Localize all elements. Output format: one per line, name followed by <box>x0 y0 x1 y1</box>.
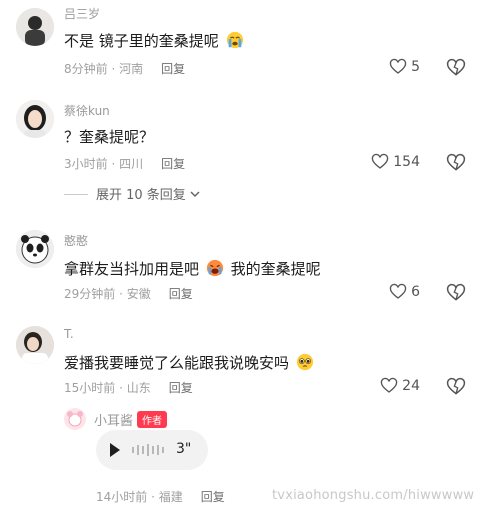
voice-message-button[interactable]: 3" <box>96 430 208 470</box>
like-count: 154 <box>393 154 420 170</box>
expand-line <box>64 194 88 195</box>
heart-icon <box>389 283 407 299</box>
comment-text: 爱播我要睡觉了么能跟我说晚安吗 <box>64 352 316 373</box>
time: 3小时前 <box>64 157 108 171</box>
separator: · <box>107 157 120 171</box>
avatar[interactable] <box>16 100 54 138</box>
dislike-icon[interactable] <box>446 58 466 78</box>
comment-meta: 29分钟前 · 安徽 回复 <box>64 285 193 302</box>
expand-replies-button[interactable]: 展开 10 条回复 <box>64 184 200 203</box>
heart-icon <box>372 153 389 169</box>
username[interactable]: 蔡徐kun <box>64 102 110 119</box>
voice-duration: 3" <box>176 441 192 457</box>
time: 8分钟前 <box>64 62 108 76</box>
dislike-icon[interactable] <box>446 283 466 303</box>
time: 15小时前 <box>64 381 116 395</box>
comment-meta: 8分钟前 · 河南 回复 <box>64 60 185 77</box>
avatar[interactable] <box>16 230 54 268</box>
separator: · <box>115 381 127 395</box>
comment-text-part2: 我的奎桑提呢 <box>230 260 321 278</box>
separator: · <box>147 490 159 504</box>
username[interactable]: 吕三岁 <box>64 5 100 22</box>
heart-icon <box>389 58 407 74</box>
time: 14小时前 <box>96 490 148 504</box>
separator: · <box>107 62 120 76</box>
comment-text: ？奎桑提呢？ <box>64 128 155 146</box>
location: 四川 <box>119 157 144 171</box>
author-badge: 作者 <box>137 411 168 428</box>
like-button[interactable]: 154 <box>371 153 420 171</box>
like-button[interactable]: 5 <box>389 58 420 76</box>
reply-button[interactable]: 回复 <box>169 381 193 395</box>
watermark: tvxiaohongshu.com/hiwwwww <box>272 488 475 503</box>
username[interactable]: T. <box>64 327 74 341</box>
expand-label: 展开 10 条回复 <box>96 188 186 203</box>
like-button[interactable]: 24 <box>380 377 420 395</box>
comment-meta: 15小时前 · 山东 回复 <box>64 379 193 396</box>
dislike-icon[interactable] <box>446 377 466 397</box>
location: 安徽 <box>126 287 151 301</box>
comment-text-content: 爱播我要睡觉了么能跟我说晚安吗 <box>64 354 290 372</box>
comment-meta: 3小时前 · 四川 回复 <box>64 155 185 172</box>
comment-text-content: 不是 镜子里的奎桑提呢 <box>64 32 219 50</box>
username[interactable]: 憨憨 <box>64 232 88 249</box>
like-button[interactable]: 6 <box>389 283 420 301</box>
reply-username[interactable]: 小耳酱 <box>94 414 133 429</box>
reply-button[interactable]: 回复 <box>161 157 185 171</box>
waveform-icon <box>132 444 164 456</box>
avatar[interactable] <box>16 8 54 46</box>
chevron-down-icon <box>190 191 200 198</box>
location: 福建 <box>158 490 183 504</box>
reply-avatar[interactable] <box>64 408 86 430</box>
comment-text: 拿群友当抖加用是吧 我的奎桑提呢 <box>64 258 321 279</box>
time: 29分钟前 <box>64 287 116 301</box>
reply-button[interactable]: 回复 <box>201 490 225 504</box>
avatar[interactable] <box>16 326 54 364</box>
heart-icon <box>380 377 398 393</box>
dislike-icon[interactable] <box>446 153 466 173</box>
crying-emoji-icon <box>226 31 243 49</box>
location: 山东 <box>126 381 151 395</box>
like-count: 24 <box>402 378 420 394</box>
play-icon <box>110 443 120 457</box>
reply-button[interactable]: 回复 <box>161 62 185 76</box>
crying-face-emoji-icon <box>206 259 223 277</box>
separator: · <box>115 287 127 301</box>
like-count: 5 <box>411 59 420 75</box>
comment-text-part1: 拿群友当抖加用是吧 <box>64 260 200 278</box>
reply-meta: 14小时前 · 福建 回复 <box>96 488 225 505</box>
reply-button[interactable]: 回复 <box>169 287 193 301</box>
comment-text: 不是 镜子里的奎桑提呢 <box>64 30 246 51</box>
location: 河南 <box>119 62 144 76</box>
like-count: 6 <box>411 284 420 300</box>
pleading-emoji-icon <box>296 353 313 371</box>
reply-user-line: 小耳酱 作者 <box>94 410 168 429</box>
